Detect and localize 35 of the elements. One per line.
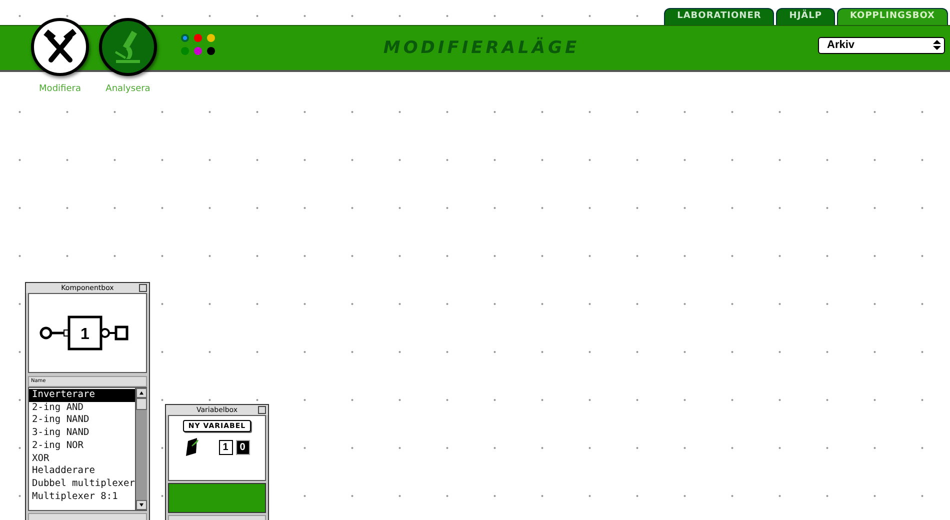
component-list-item[interactable]: 2-ing AND xyxy=(29,402,135,414)
mode-title: MODIFIERALÄGE xyxy=(382,38,581,58)
component-list-item[interactable]: XOR xyxy=(29,452,135,466)
pen-icon[interactable] xyxy=(184,437,200,457)
color-swatch[interactable] xyxy=(181,46,189,54)
scroll-up-icon[interactable] xyxy=(136,388,147,398)
mode-button[interactable] xyxy=(31,18,89,76)
scroll-thumb[interactable] xyxy=(136,398,147,410)
component-list-item[interactable]: Dubbel multiplexer xyxy=(29,478,135,491)
tab[interactable]: HJÄLP xyxy=(776,8,835,25)
updown-icon xyxy=(932,39,942,51)
inverter-gate-drawing: 1 xyxy=(38,313,138,353)
collapse-icon[interactable] xyxy=(258,406,266,414)
tools-icon xyxy=(42,29,78,65)
value-button[interactable]: 0 xyxy=(236,440,250,454)
collapse-icon[interactable] xyxy=(139,284,147,292)
color-swatch[interactable] xyxy=(194,46,202,54)
file-dropdown[interactable]: Arkiv xyxy=(818,36,945,54)
color-swatch[interactable] xyxy=(194,34,202,42)
component-list-item[interactable]: Inverterare xyxy=(29,389,135,402)
component-list-item[interactable]: 2-ing NOR xyxy=(29,440,135,453)
tab[interactable]: LABORATIONER xyxy=(664,8,774,25)
mode-label: Analysera xyxy=(106,84,150,94)
mode-label: Modifiera xyxy=(39,84,81,94)
color-swatch[interactable] xyxy=(181,34,189,42)
mode-button[interactable] xyxy=(99,18,157,76)
color-swatch[interactable] xyxy=(207,46,215,54)
color-swatch[interactable] xyxy=(207,34,215,42)
scroll-down-icon[interactable] xyxy=(136,500,147,510)
component-list-item[interactable]: Heladderare xyxy=(29,465,135,478)
value-button[interactable]: 1 xyxy=(218,440,232,454)
component-list-item[interactable]: 3-ing NAND xyxy=(29,427,135,440)
scrollbar[interactable] xyxy=(134,388,147,510)
component-list-item[interactable]: Multiplexer 8:1 xyxy=(29,490,135,504)
component-list-item[interactable]: 2-ing NAND xyxy=(29,414,135,428)
